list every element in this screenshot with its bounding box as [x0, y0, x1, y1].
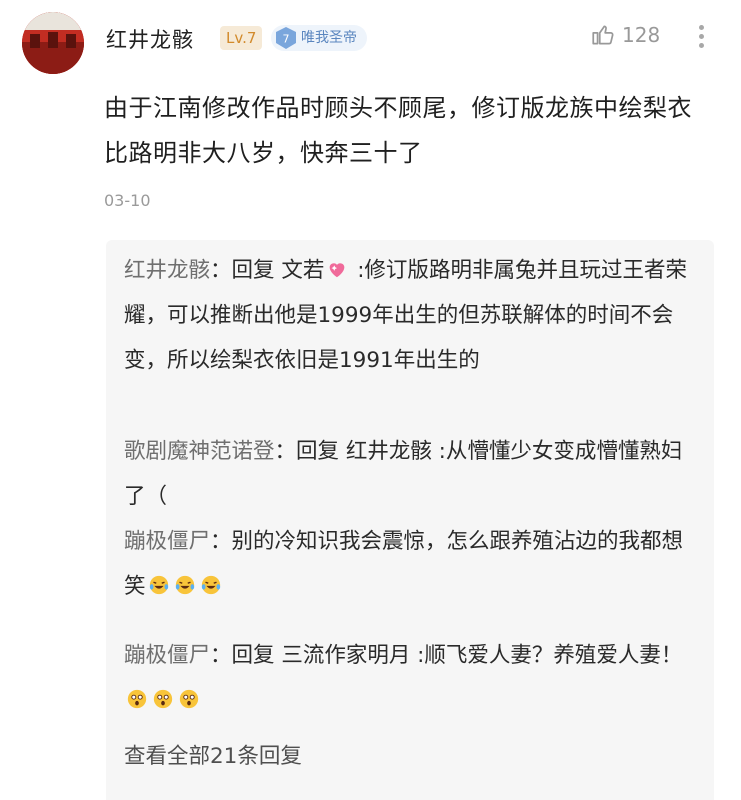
vip-level: 7: [283, 33, 290, 46]
comment-text: 由于江南修改作品时顾头不顾尾，修订版龙族中绘梨衣比路明非大八岁，快奔三十了: [104, 94, 692, 167]
thumbs-up-icon: [592, 25, 614, 45]
reply-author[interactable]: 歌剧魔神范诺登: [124, 439, 275, 464]
more-vertical-icon[interactable]: [696, 22, 706, 54]
laugh-cry-emoji: [201, 575, 220, 595]
reply-list: 红井龙骸：回复 文若 :修订版路明非属兔并且玩过王者荣耀，可以推断出他是1999…: [106, 240, 714, 800]
username[interactable]: 红井龙骸: [106, 24, 194, 54]
vip-title: 唯我圣帝: [301, 30, 357, 46]
like-count: 128: [622, 23, 661, 47]
reply-item[interactable]: 蹦极僵尸：回复 三流作家明月 :顺飞爱人妻？养殖爱人妻！: [124, 633, 702, 723]
reply-item[interactable]: 红井龙骸：回复 文若 :修订版路明非属兔并且玩过王者荣耀，可以推断出他是1999…: [124, 248, 702, 383]
view-all-replies-link[interactable]: 查看全部21条回复: [124, 734, 302, 779]
reply-author[interactable]: 蹦极僵尸: [124, 529, 210, 554]
laugh-cry-emoji: [149, 575, 168, 595]
vip-gem-icon: 7: [276, 27, 296, 49]
reply-author[interactable]: 红井龙骸: [124, 258, 210, 283]
like-button[interactable]: 128: [590, 22, 660, 48]
astonished-emoji: [127, 689, 147, 709]
comment-date: 03-10: [104, 191, 151, 210]
reply-item[interactable]: 蹦极僵尸：别的冷知识我会震惊，怎么跟养殖沾边的我都想笑: [124, 519, 702, 609]
heart-sparkle-emoji: [330, 263, 345, 278]
reply-text: ：回复 文若: [210, 258, 325, 283]
avatar[interactable]: [22, 12, 84, 74]
reply-text: ：回复 三流作家明月 :顺飞爱人妻？养殖爱人妻！: [210, 643, 683, 668]
astonished-emoji: [179, 689, 199, 709]
level-badge: Lv.7: [220, 26, 263, 50]
astonished-emoji: [153, 689, 173, 709]
reply-author[interactable]: 蹦极僵尸: [124, 643, 210, 668]
laugh-cry-emoji: [175, 575, 194, 595]
reply-item[interactable]: 歌剧魔神范诺登：回复 红井龙骸 :从懵懂少女变成懵懂熟妇了（: [124, 429, 702, 519]
